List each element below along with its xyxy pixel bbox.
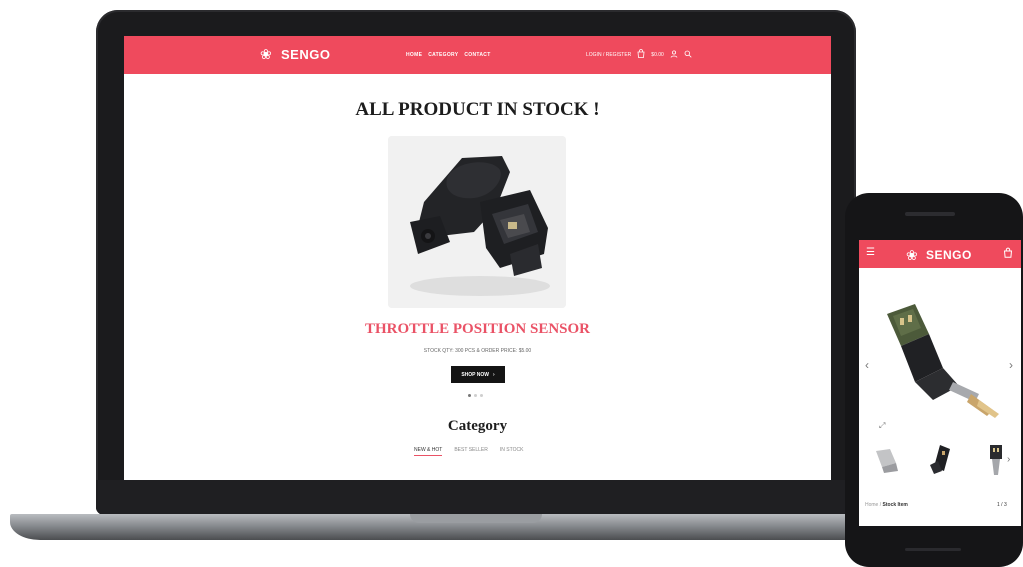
slider-dot[interactable] [474,394,477,397]
bag-icon[interactable] [1003,247,1013,262]
shop-now-label: SHOP NOW [461,371,490,378]
tab-new-hot[interactable]: NEW & HOT [414,447,443,456]
brand-name: SENGO [281,46,331,62]
product-subtitle: STOCK QTY: 300 PCS & ORDER PRICE: $5.00 [423,348,532,354]
breadcrumb-current: Stock Item [882,502,908,508]
image-counter: 1 / 3 [997,502,1007,508]
shop-now-button[interactable]: SHOP NOW › [451,366,505,383]
user-icon[interactable] [670,49,678,61]
nav-contact[interactable]: CONTACT [464,52,490,58]
slider-dots [468,394,483,397]
laptop-bezel [96,480,856,515]
search-icon[interactable] [684,50,692,61]
cart-total[interactable]: $0.00 [651,52,664,58]
mobile-product-image[interactable] [867,290,1013,425]
category-tabs: NEW & HOT BEST SELLER IN STOCK [414,447,523,456]
breadcrumb: Home / Stock Item [865,502,908,508]
product-name[interactable]: THROTTLE POSITION SENSOR [124,321,831,338]
chevron-right-icon: › [493,371,495,378]
main-nav: HOME CATEGORY CONTACT [406,52,491,58]
phone-speaker [905,212,955,216]
chevron-right-icon[interactable]: › [1007,454,1010,465]
mobile-brand-logo[interactable]: ❀ SENGO [906,247,972,263]
site-header: ❀ SENGO HOME CATEGORY CONTACT LOGIN / RE… [124,36,831,74]
bag-icon[interactable] [637,49,645,61]
category-title: Category [447,418,508,434]
chevron-right-icon[interactable]: › [1009,358,1013,372]
laptop-notch [410,514,542,523]
zoom-icon[interactable]: ⤢ [879,421,885,431]
tab-in-stock[interactable]: IN STOCK [500,447,524,456]
breadcrumb-separator: / [879,502,882,508]
laptop-screen: ❀ SENGO HOME CATEGORY CONTACT LOGIN / RE… [124,36,831,480]
slider-dot[interactable] [480,394,483,397]
thumbnail[interactable] [919,438,961,480]
brand-logo[interactable]: ❀ SENGO [260,46,330,62]
thumbnail-strip [865,438,1015,480]
thumbnail[interactable] [865,438,907,480]
lotus-icon: ❀ [260,46,272,62]
lotus-icon: ❀ [906,247,918,263]
throttle-sensor-image[interactable] [388,136,566,308]
breadcrumb-home[interactable]: Home [865,502,878,508]
nav-category[interactable]: CATEGORY [428,52,458,58]
phone-home-bar [905,548,961,551]
phone-screen: ☰ ❀ SENGO ‹ › ⤢ › Home / Stock Item 1 / … [859,240,1021,526]
hamburger-icon[interactable]: ☰ [866,247,875,259]
mobile-brand-name: SENGO [926,248,972,262]
hero-title: ALL PRODUCT IN STOCK ! [355,99,600,120]
nav-home[interactable]: HOME [406,52,422,58]
slider-dot[interactable] [468,394,471,397]
header-actions: LOGIN / REGISTER $0.00 [586,49,692,61]
account-link[interactable]: LOGIN / REGISTER [586,52,631,58]
tab-best-seller[interactable]: BEST SELLER [454,447,488,456]
mobile-header: ☰ ❀ SENGO [859,240,1021,268]
